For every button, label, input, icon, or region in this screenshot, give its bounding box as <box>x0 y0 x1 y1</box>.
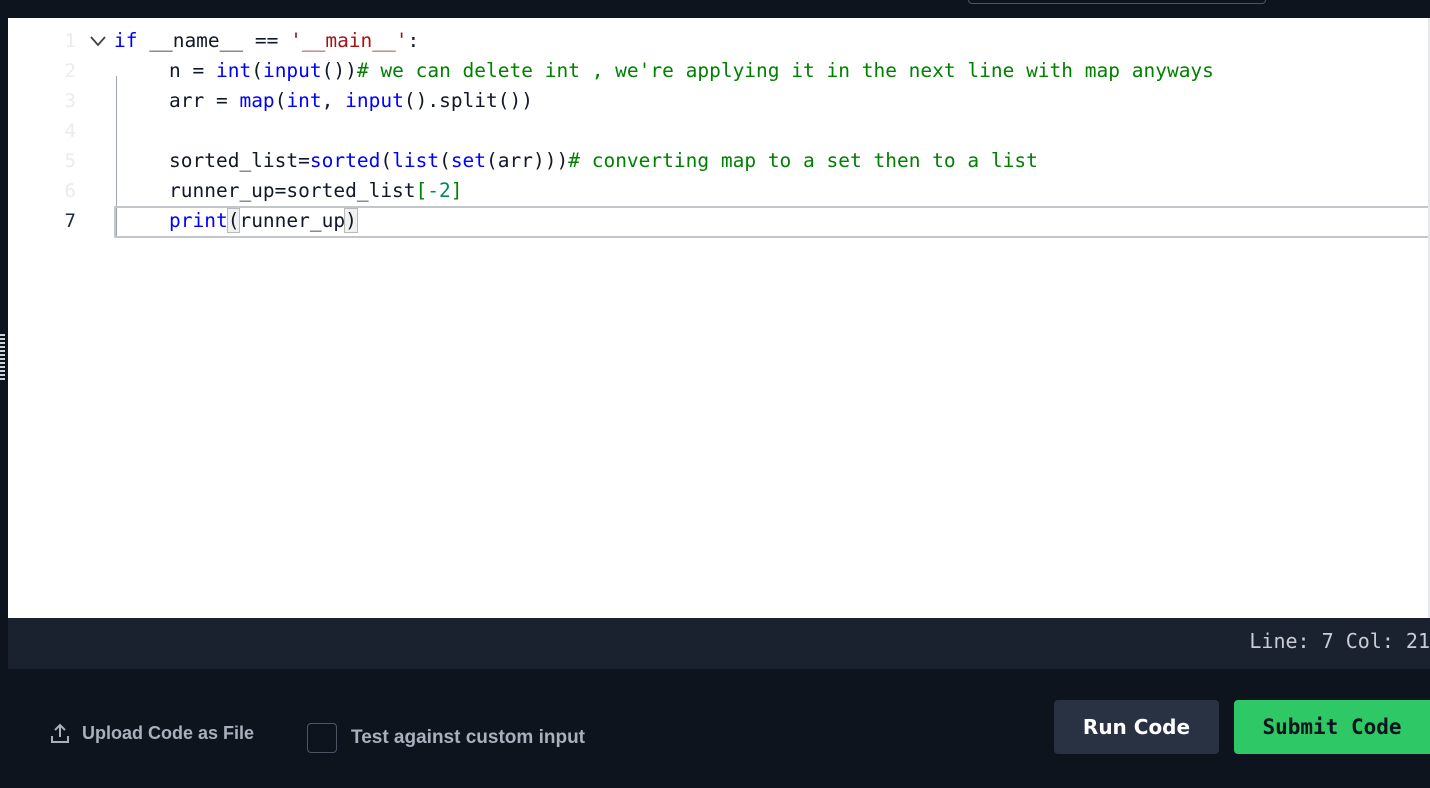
code-text: sorted_list=sorted(list(set(arr)))# conv… <box>169 149 1038 172</box>
resize-handle[interactable] <box>0 334 5 380</box>
code-line-2[interactable]: 2 n = int(input())# we can delete int , … <box>8 56 1430 86</box>
line-number: 1 <box>64 30 76 52</box>
code-line-1[interactable]: 1 if __name__ == '__main__': <box>8 26 1430 56</box>
top-toolbar <box>0 0 1430 18</box>
code-editor-screen: 1 if __name__ == '__main__': 2 n = int(i… <box>0 0 1430 788</box>
code-text: n = int(input())# we can delete int , we… <box>169 59 1214 82</box>
code-text: arr = map(int, input().split()) <box>169 89 533 112</box>
line-number: 5 <box>64 150 76 172</box>
line-number: 7 <box>64 210 76 232</box>
language-select[interactable] <box>968 0 1266 4</box>
code-line-6[interactable]: 6 runner_up=sorted_list[-2] <box>8 176 1430 206</box>
custom-input-checkbox[interactable] <box>307 723 337 753</box>
code-editor[interactable]: 1 if __name__ == '__main__': 2 n = int(i… <box>8 18 1430 618</box>
upload-icon <box>51 723 69 743</box>
code-text: if __name__ == '__main__': <box>114 29 420 52</box>
cursor-position: Line: 7 Col: 21 <box>1249 629 1430 653</box>
code-line-4[interactable]: 4 <box>8 116 1430 146</box>
code-line-3[interactable]: 3 arr = map(int, input().split()) <box>8 86 1430 116</box>
line-number: 2 <box>64 60 76 82</box>
code-line-5[interactable]: 5 sorted_list=sorted(list(set(arr)))# co… <box>8 146 1430 176</box>
submit-code-button[interactable]: Submit Code <box>1234 700 1430 754</box>
chevron-down-icon[interactable] <box>90 34 106 48</box>
upload-label: Upload Code as File <box>82 722 255 743</box>
matching-bracket: ) <box>344 208 358 233</box>
code-line-7[interactable]: 7 print(runner_up) <box>8 206 1430 236</box>
code-text: print(runner_up) <box>169 208 358 233</box>
status-bar: Line: 7 Col: 21 <box>8 618 1430 669</box>
custom-input-toggle[interactable]: Test against custom input <box>307 723 585 753</box>
matching-bracket: ( <box>226 208 241 233</box>
code-text: runner_up=sorted_list[-2] <box>169 179 463 202</box>
upload-code-button[interactable]: Upload Code as File <box>50 722 254 744</box>
line-number: 3 <box>64 90 76 112</box>
line-number: 6 <box>64 180 76 202</box>
custom-input-label: Test against custom input <box>351 727 586 748</box>
run-code-button[interactable]: Run Code <box>1054 700 1219 754</box>
line-number: 4 <box>64 120 76 142</box>
